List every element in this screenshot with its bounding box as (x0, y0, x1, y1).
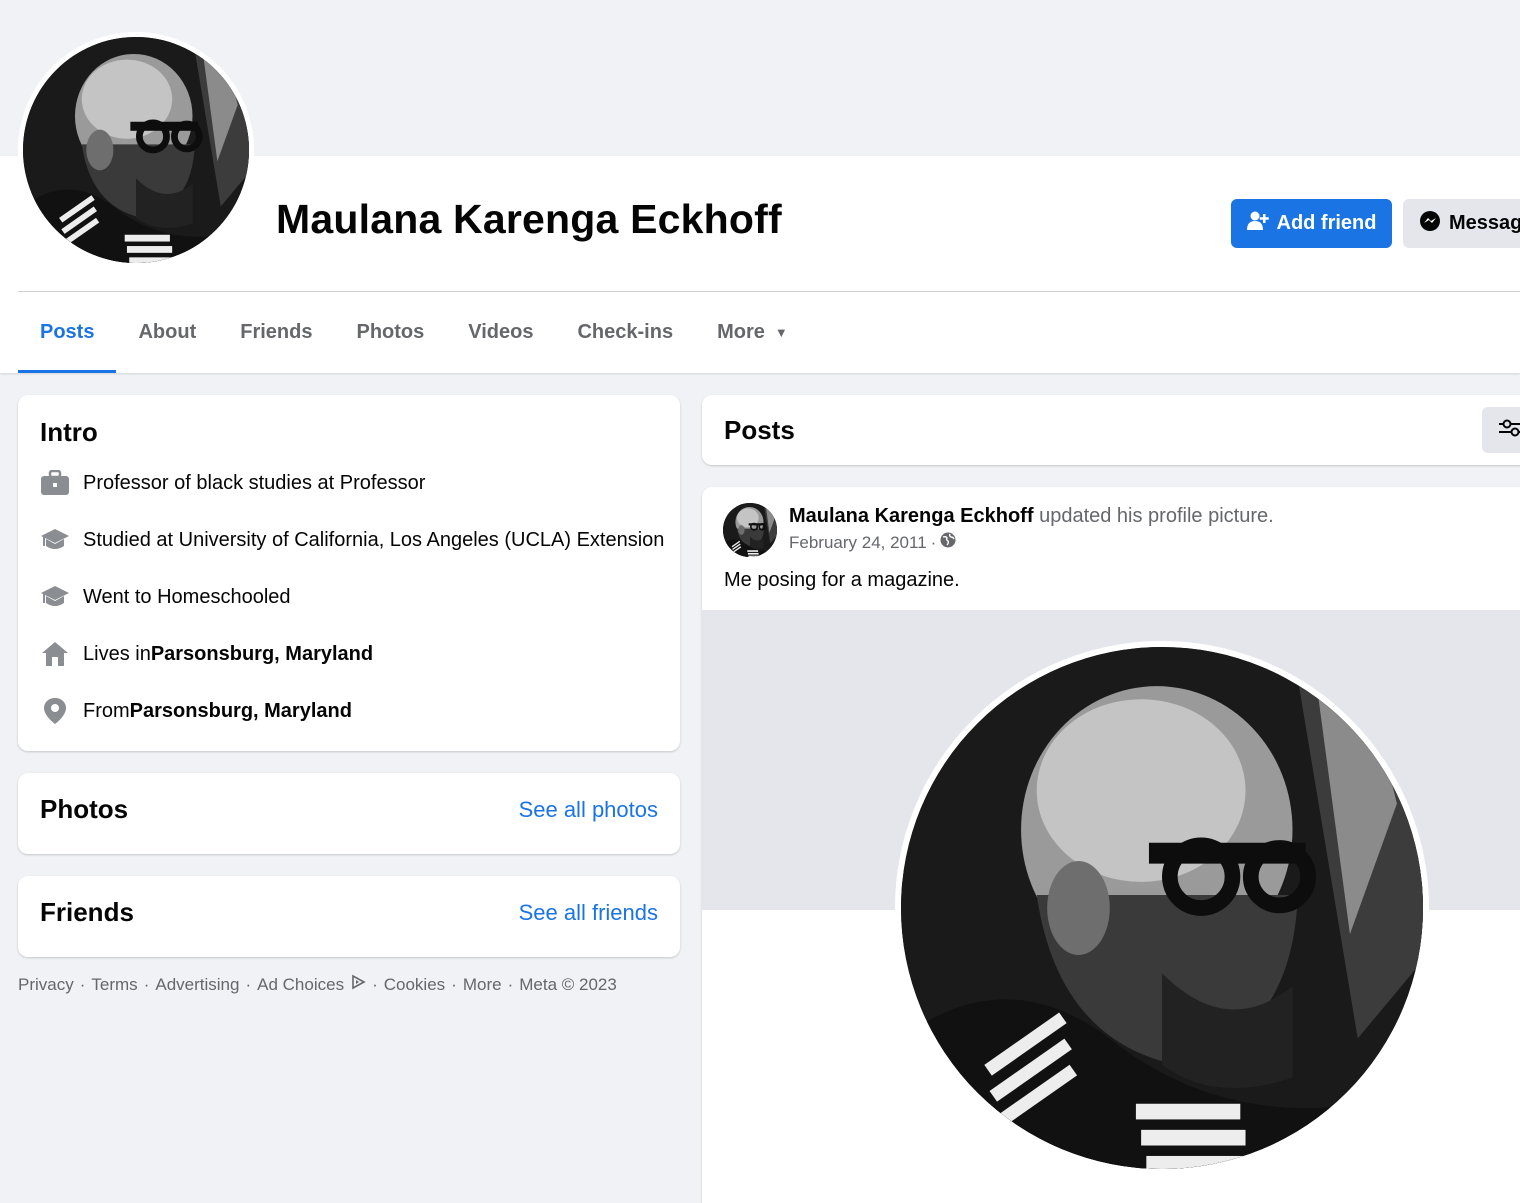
post-author-avatar[interactable] (723, 503, 777, 557)
tab-photos[interactable]: Photos (334, 292, 446, 373)
post-text: Me posing for a magazine. (724, 569, 960, 591)
message-label: Message (1449, 212, 1520, 234)
tab-check-ins[interactable]: Check-ins (555, 292, 695, 373)
footer-cookies-link[interactable]: Cookies (384, 975, 445, 995)
tab-more[interactable]: More ▼ (695, 292, 810, 373)
see-all-photos-link[interactable]: See all photos (519, 797, 658, 823)
intro-card: Intro Professor of black studies at Prof… (18, 395, 680, 751)
intro-item-went-to: Went to Homeschooled (40, 582, 291, 612)
lives-in-location[interactable]: Parsonsburg, Maryland (151, 643, 373, 666)
messenger-icon (1419, 210, 1441, 238)
post-meta: Maulana Karenga Eckhoff updated his prof… (789, 505, 1274, 553)
footer-ad-choices-link[interactable]: Ad Choices (257, 975, 344, 995)
message-button[interactable]: Message (1403, 199, 1520, 248)
from-location[interactable]: Parsonsburg, Maryland (130, 700, 352, 723)
filters-button[interactable] (1482, 407, 1520, 453)
footer-terms-link[interactable]: Terms (91, 975, 137, 995)
location-pin-icon (40, 696, 70, 726)
post-action: updated his profile picture. (1039, 505, 1274, 527)
home-icon (40, 639, 70, 669)
tab-friends[interactable]: Friends (218, 292, 334, 373)
post-author-name[interactable]: Maulana Karenga Eckhoff (789, 505, 1034, 527)
footer-copyright: Meta © 2023 (519, 974, 617, 994)
profile-avatar[interactable] (18, 32, 254, 268)
footer-privacy-link[interactable]: Privacy (18, 975, 74, 995)
posts-title: Posts (724, 415, 795, 445)
friends-card: Friends See all friends (18, 876, 680, 957)
post-card: Maulana Karenga Eckhoff updated his prof… (702, 487, 1520, 1203)
graduation-cap-icon (40, 525, 70, 555)
tab-about[interactable]: About (116, 292, 218, 373)
graduation-cap-icon (40, 582, 70, 612)
profile-name: Maulana Karenga Eckhoff (276, 196, 782, 242)
post-date[interactable]: February 24, 2011 (789, 533, 927, 553)
photos-card: Photos See all photos (18, 773, 680, 854)
add-friend-label: Add friend (1276, 212, 1377, 234)
see-all-friends-link[interactable]: See all friends (519, 900, 658, 926)
ad-choices-icon (350, 974, 366, 995)
intro-item-lives-in: Lives in Parsonsburg, Maryland (40, 639, 373, 669)
globe-icon (940, 532, 956, 553)
friends-title: Friends (40, 897, 134, 927)
posts-header-card: Posts (702, 395, 1520, 465)
post-profile-photo[interactable] (895, 641, 1429, 1175)
intro-item-studied: Studied at University of California, Los… (40, 525, 664, 555)
tab-posts[interactable]: Posts (18, 292, 117, 373)
photos-title: Photos (40, 794, 129, 824)
add-friend-button[interactable]: Add friend (1231, 199, 1392, 248)
profile-tabs: Posts About Friends Photos Videos Check-… (18, 292, 810, 373)
filters-icon (1498, 417, 1520, 444)
footer-links: Privacy · Terms · Advertising · Ad Choic… (18, 974, 617, 995)
intro-item-from: From Parsonsburg, Maryland (40, 696, 352, 726)
briefcase-icon (40, 468, 70, 498)
tab-videos[interactable]: Videos (446, 292, 555, 373)
add-person-icon (1246, 211, 1269, 237)
footer-more-link[interactable]: More (463, 975, 502, 995)
intro-title: Intro (40, 417, 98, 447)
caret-down-icon: ▼ (774, 325, 788, 340)
intro-item-work: Professor of black studies at Professor (40, 468, 425, 498)
footer-advertising-link[interactable]: Advertising (155, 975, 239, 995)
